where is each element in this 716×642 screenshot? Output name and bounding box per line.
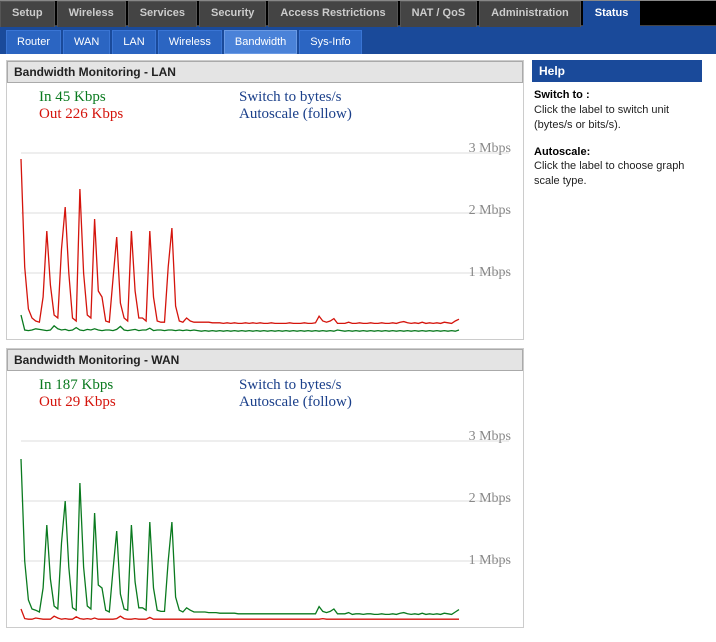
- lan-switch-units[interactable]: Switch to bytes/s: [239, 89, 352, 106]
- wan-in-label: In 187 Kbps: [39, 377, 199, 394]
- lan-panel: Bandwidth Monitoring - LAN In 45 Kbps Ou…: [6, 60, 524, 340]
- subtab-sys-info[interactable]: Sys-Info: [299, 30, 361, 54]
- wan-autoscale[interactable]: Autoscale (follow): [239, 394, 352, 411]
- help-title: Help: [532, 60, 702, 82]
- lan-ytick-2: 2 Mbps: [469, 203, 511, 219]
- subtab-lan[interactable]: LAN: [112, 30, 155, 54]
- toptab-nat-qos[interactable]: NAT / QoS: [400, 1, 478, 27]
- toptab-security[interactable]: Security: [199, 1, 266, 27]
- subtab-bandwidth[interactable]: Bandwidth: [224, 30, 297, 54]
- wan-panel: Bandwidth Monitoring - WAN In 187 Kbps O…: [6, 348, 524, 628]
- help-autoscale-heading: Autoscale:: [534, 146, 590, 158]
- subtab-wan[interactable]: WAN: [63, 30, 110, 54]
- lan-out-label: Out 226 Kbps: [39, 106, 199, 123]
- wan-out-label: Out 29 Kbps: [39, 394, 199, 411]
- toptab-wireless[interactable]: Wireless: [57, 1, 126, 27]
- toptab-administration[interactable]: Administration: [479, 1, 581, 27]
- lan-ytick-1: 1 Mbps: [469, 265, 511, 281]
- top-nav: SetupWirelessServicesSecurityAccess Rest…: [0, 0, 716, 26]
- toptab-services[interactable]: Services: [128, 1, 197, 27]
- lan-autoscale[interactable]: Autoscale (follow): [239, 106, 352, 123]
- lan-panel-title: Bandwidth Monitoring - LAN: [7, 61, 523, 83]
- lan-in-label: In 45 Kbps: [39, 89, 199, 106]
- lan-chart: 3 Mbps 2 Mbps 1 Mbps: [13, 129, 517, 339]
- help-switch-text: Click the label to switch unit (bytes/s …: [534, 104, 669, 131]
- wan-chart: 3 Mbps 2 Mbps 1 Mbps: [13, 417, 517, 627]
- help-column: Help Switch to : Click the label to swit…: [532, 60, 702, 636]
- main-column: Bandwidth Monitoring - LAN In 45 Kbps Ou…: [6, 60, 524, 636]
- wan-panel-title: Bandwidth Monitoring - WAN: [7, 349, 523, 371]
- subtab-router[interactable]: Router: [6, 30, 61, 54]
- sub-nav: RouterWANLANWirelessBandwidthSys-Info: [0, 26, 716, 54]
- toptab-setup[interactable]: Setup: [0, 1, 55, 27]
- toptab-status[interactable]: Status: [583, 1, 641, 27]
- wan-ytick-3: 3 Mbps: [469, 429, 511, 445]
- lan-ytick-3: 3 Mbps: [469, 141, 511, 157]
- wan-ytick-2: 2 Mbps: [469, 491, 511, 507]
- toptab-access-restrictions[interactable]: Access Restrictions: [268, 1, 397, 27]
- help-autoscale-text: Click the label to choose graph scale ty…: [534, 160, 684, 187]
- help-switch-heading: Switch to :: [534, 89, 590, 101]
- wan-ytick-1: 1 Mbps: [469, 553, 511, 569]
- subtab-wireless[interactable]: Wireless: [158, 30, 222, 54]
- wan-switch-units[interactable]: Switch to bytes/s: [239, 377, 352, 394]
